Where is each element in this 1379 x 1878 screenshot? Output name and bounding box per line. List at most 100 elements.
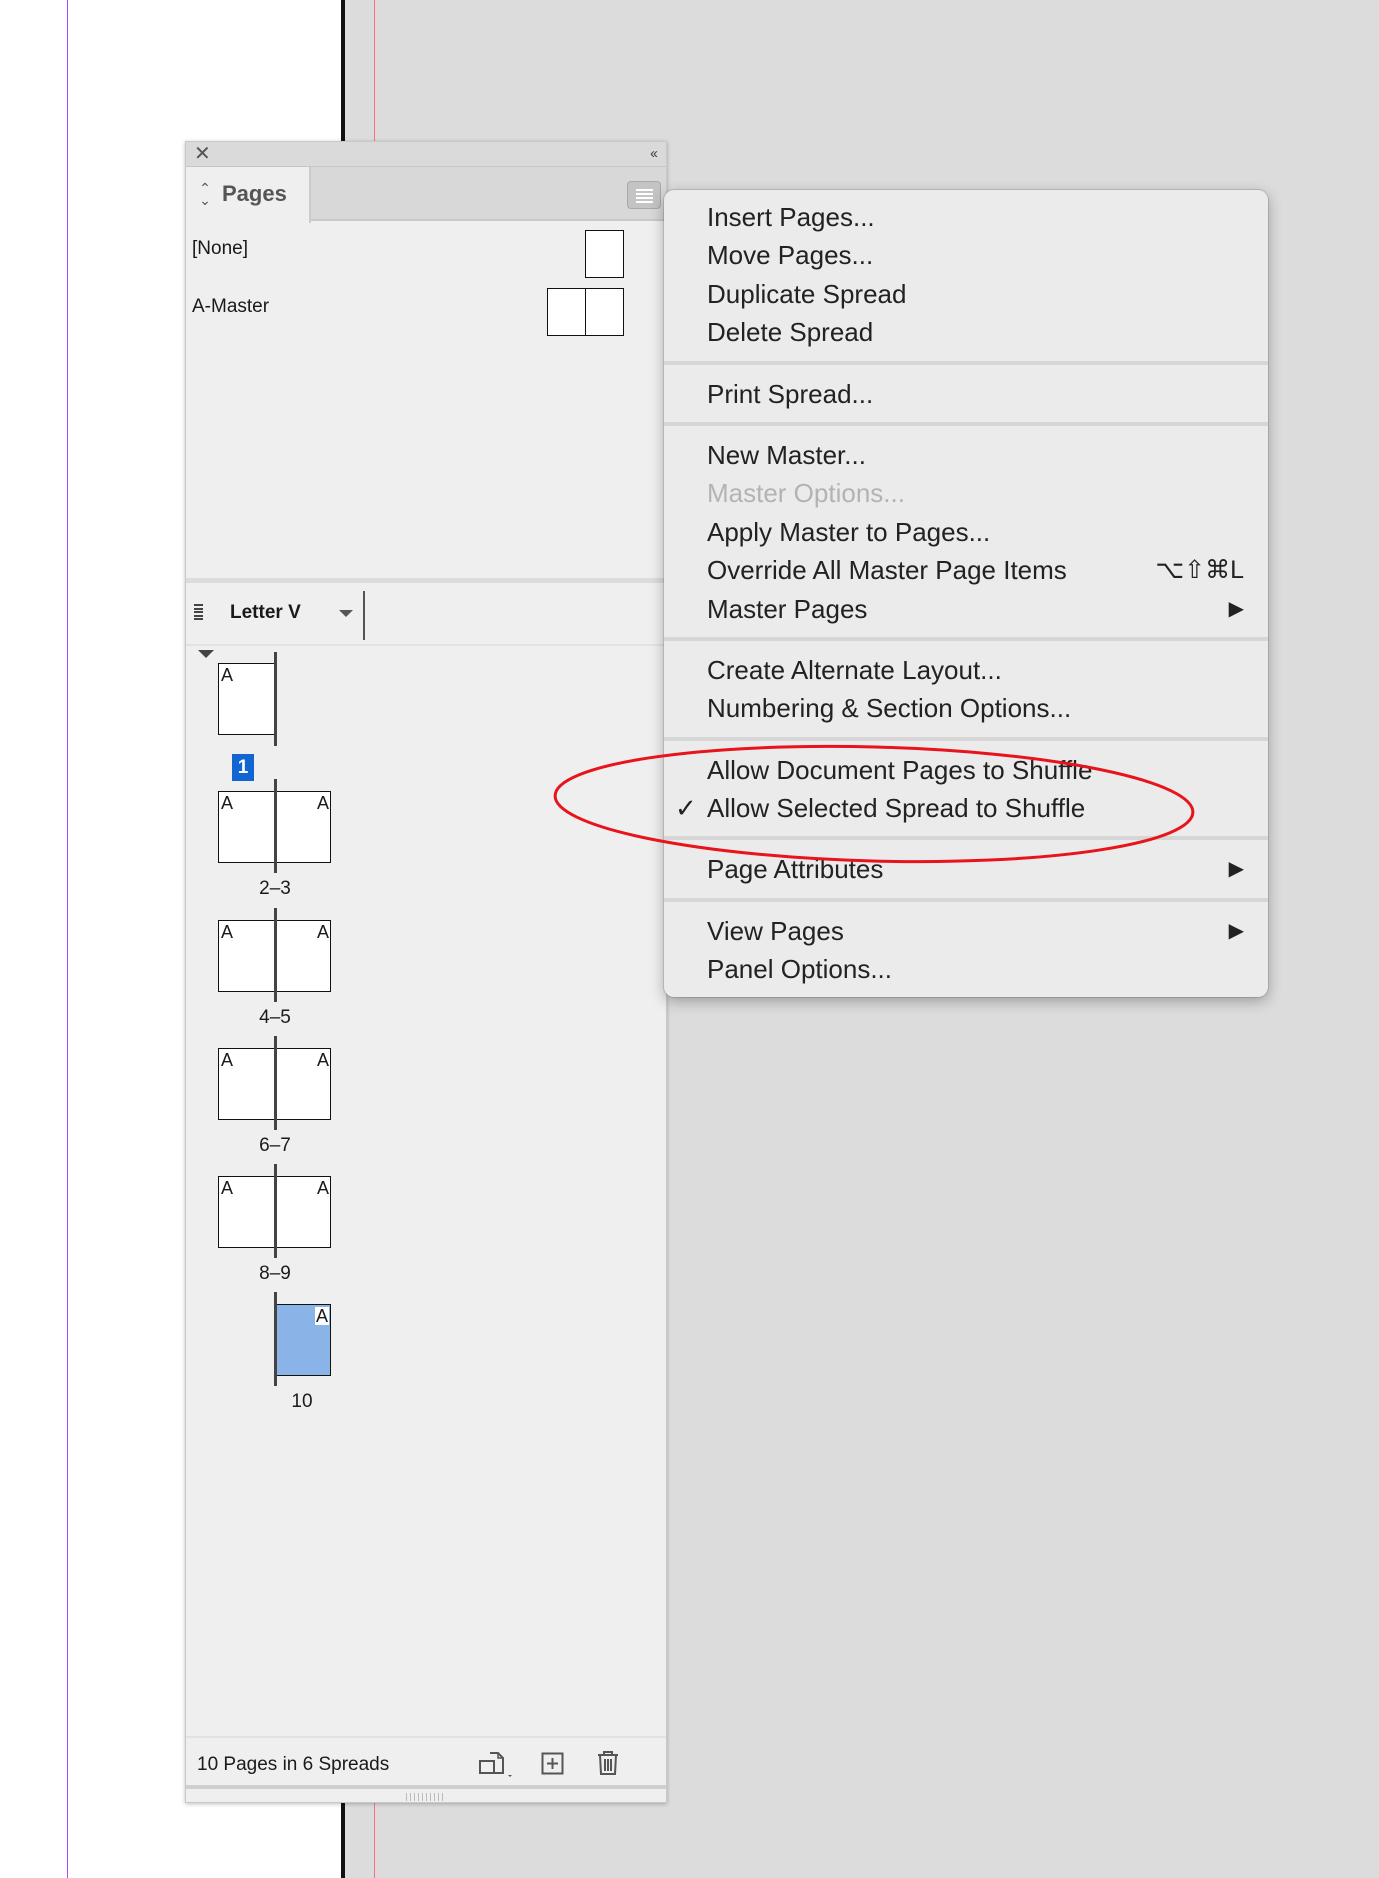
page-thumbnail[interactable]: A — [218, 663, 275, 735]
master-prefix: A — [316, 1178, 329, 1198]
spread-label: 2–3 — [259, 878, 291, 899]
page-size-list-icon — [194, 604, 203, 622]
new-page-icon[interactable] — [541, 1752, 565, 1776]
menu-item-label: Create Alternate Layout... — [707, 654, 1002, 685]
master-name: A-Master — [192, 296, 270, 317]
menu-item-move-pages[interactable]: Move Pages... — [664, 236, 1268, 274]
spine — [274, 652, 277, 746]
menu-item-label: Master Options... — [707, 478, 905, 509]
menu-item-create-alternate-layout[interactable]: Create Alternate Layout... — [664, 651, 1268, 689]
menu-item-label: Duplicate Spread — [707, 278, 907, 309]
menu-item-label: Allow Selected Spread to Shuffle — [707, 793, 1086, 824]
spine — [274, 1292, 277, 1386]
menu-separator — [664, 360, 1268, 365]
menu-item-view-pages[interactable]: View Pages ▶ — [664, 912, 1268, 950]
menu-item-duplicate-spread[interactable]: Duplicate Spread — [664, 275, 1268, 313]
master-prefix: A — [314, 1306, 329, 1326]
menu-item-page-attributes[interactable]: Page Attributes ▶ — [664, 850, 1268, 888]
spread-label: 6–7 — [259, 1135, 291, 1156]
menu-item-override-master-items[interactable]: Override All Master Page Items ⌥⇧⌘L — [664, 551, 1268, 589]
master-name: [None] — [192, 238, 248, 259]
master-prefix: A — [316, 1050, 329, 1070]
spread-label: 4–5 — [259, 1007, 291, 1028]
page-count-status: 10 Pages in 6 Spreads — [197, 1754, 390, 1775]
master-prefix: A — [316, 922, 329, 942]
master-list: [None] A-Master — [186, 221, 666, 336]
menu-item-master-options: Master Options... — [664, 474, 1268, 512]
collapse-panel-icon[interactable]: ‹‹ — [650, 142, 658, 165]
tab-label: Pages — [222, 181, 287, 206]
checkmark-icon: ✓ — [675, 793, 697, 824]
master-prefix: A — [316, 793, 329, 813]
page-size-selector[interactable]: Letter V — [230, 602, 301, 624]
spine — [274, 1036, 277, 1130]
menu-item-insert-pages[interactable]: Insert Pages... — [664, 198, 1268, 236]
menu-item-label: New Master... — [707, 439, 866, 470]
spine — [274, 908, 277, 1002]
spine — [274, 779, 277, 873]
submenu-arrow-icon: ▶ — [1228, 919, 1244, 942]
master-prefix: A — [221, 922, 234, 942]
menu-item-new-master[interactable]: New Master... — [664, 436, 1268, 474]
shortcut-label: ⌥⇧⌘L — [1155, 556, 1244, 585]
submenu-arrow-icon: ▶ — [1228, 597, 1244, 620]
spread-label: 8–9 — [259, 1263, 291, 1284]
menu-separator — [664, 897, 1268, 902]
divider — [186, 1736, 666, 1738]
menu-item-label: Override All Master Page Items — [707, 555, 1067, 586]
page-thumbnail-selected[interactable]: A — [274, 1304, 331, 1376]
master-thumbnail-left — [547, 288, 586, 336]
menu-item-panel-options[interactable]: Panel Options... — [664, 950, 1268, 988]
menu-separator — [664, 736, 1268, 741]
menu-item-label: Page Attributes — [707, 854, 884, 885]
master-item-none[interactable]: [None] — [186, 229, 666, 278]
resize-grip[interactable] — [406, 1793, 446, 1801]
spread-1[interactable]: A 1 — [186, 650, 666, 781]
menu-separator — [664, 636, 1268, 641]
menu-item-allow-spread-shuffle[interactable]: ✓ Allow Selected Spread to Shuffle — [664, 789, 1268, 827]
master-thumbnail — [585, 230, 624, 278]
submenu-arrow-icon: ▶ — [1228, 858, 1244, 881]
menu-item-label: Print Spread... — [707, 378, 874, 409]
panel-divider[interactable] — [186, 578, 666, 583]
menu-item-delete-spread[interactable]: Delete Spread — [664, 313, 1268, 351]
master-prefix: A — [221, 1178, 234, 1198]
master-prefix: A — [221, 793, 234, 813]
master-prefix: A — [221, 665, 234, 685]
panel-menu-button[interactable] — [627, 181, 661, 209]
tab-pages[interactable]: ⌃ ⌄ Pages — [186, 167, 311, 223]
master-prefix: A — [221, 1050, 234, 1070]
chevron-down-icon[interactable] — [339, 610, 353, 617]
menu-item-master-pages[interactable]: Master Pages ▶ — [664, 590, 1268, 628]
spine — [274, 1164, 277, 1258]
menu-item-label: Delete Spread — [707, 317, 874, 348]
menu-item-label: Panel Options... — [707, 954, 892, 985]
panel-tab-row: ⌃ ⌄ Pages — [186, 167, 666, 223]
master-thumbnail-right — [585, 288, 624, 336]
panel-title-bar[interactable]: ✕ ‹‹ — [186, 142, 666, 167]
spread-label: 10 — [291, 1391, 313, 1412]
menu-separator — [664, 836, 1268, 841]
menu-separator — [664, 421, 1268, 426]
menu-item-label: View Pages — [707, 915, 844, 946]
menu-item-label: Allow Document Pages to Shuffle — [707, 754, 1093, 785]
menu-item-label: Move Pages... — [707, 240, 874, 271]
master-item-a-master[interactable]: A-Master — [186, 287, 666, 337]
close-icon[interactable]: ✕ — [194, 142, 211, 167]
menu-item-label: Apply Master to Pages... — [707, 516, 991, 547]
edit-page-size-icon[interactable] — [478, 1751, 514, 1779]
menu-item-numbering-section[interactable]: Numbering & Section Options... — [664, 689, 1268, 727]
menu-item-label: Master Pages — [707, 593, 868, 624]
pages-panel-menu: Insert Pages... Move Pages... Duplicate … — [664, 190, 1268, 997]
menu-item-allow-document-shuffle[interactable]: Allow Document Pages to Shuffle — [664, 751, 1268, 789]
section-start-icon — [198, 650, 214, 658]
menu-item-print-spread[interactable]: Print Spread... — [664, 375, 1268, 413]
separator — [363, 591, 365, 640]
menu-item-apply-master[interactable]: Apply Master to Pages... — [664, 513, 1268, 551]
menu-item-label: Insert Pages... — [707, 202, 875, 232]
margin-guide — [67, 0, 68, 1878]
trash-icon[interactable] — [597, 1750, 619, 1776]
page-number-label: 1 — [232, 754, 254, 781]
expand-collapse-icon: ⌃ ⌄ — [199, 180, 211, 208]
panel-bottom-bar — [186, 1785, 666, 1789]
